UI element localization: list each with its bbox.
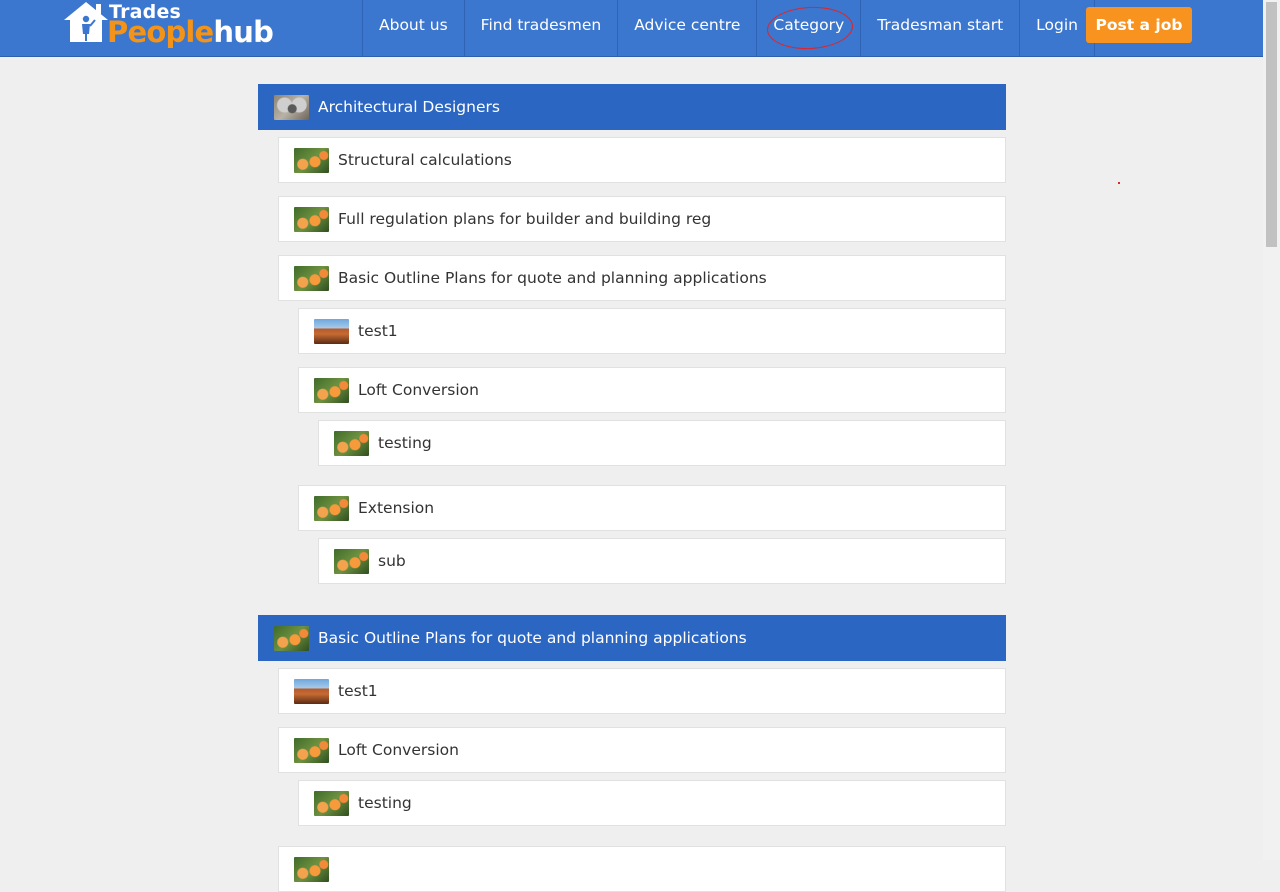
category-row[interactable]: test1 (298, 308, 1006, 354)
category-row[interactable] (278, 846, 1006, 892)
category-label: Loft Conversion (338, 741, 459, 759)
koala-thumbnail (274, 94, 309, 120)
rose-thumbnail (334, 548, 369, 574)
post-a-job-button[interactable]: Post a job (1086, 7, 1192, 43)
category-row[interactable]: Loft Conversion (278, 727, 1006, 773)
tradespeoplehub-logo[interactable]: Trades Peoplehub (62, 0, 274, 50)
category-row[interactable]: testing (298, 780, 1006, 826)
rose-thumbnail (294, 265, 329, 291)
main-nav: About us Find tradesmen Advice centre Ca… (362, 0, 1095, 56)
top-navigation-bar: Trades Peoplehub About us Find tradesmen… (0, 0, 1263, 57)
category-label: test1 (358, 322, 398, 340)
rose-thumbnail (274, 625, 309, 651)
category-row[interactable]: Extension (298, 485, 1006, 531)
category-label: Structural calculations (338, 151, 512, 169)
category-label: Loft Conversion (358, 381, 479, 399)
rose-thumbnail (314, 377, 349, 403)
nav-advice-centre[interactable]: Advice centre (617, 0, 756, 56)
nav-login[interactable]: Login (1019, 0, 1095, 56)
house-logo-icon (64, 2, 108, 42)
annotation-dot (1118, 182, 1120, 184)
logo-text-peoplehub: Peoplehub (107, 15, 274, 49)
category-label: Basic Outline Plans for quote and planni… (338, 269, 767, 287)
category-row[interactable]: Structural calculations (278, 137, 1006, 183)
nav-tradesman-start[interactable]: Tradesman start (860, 0, 1019, 56)
vertical-scrollbar[interactable] (1263, 0, 1280, 860)
category-section-header[interactable]: Architectural Designers (258, 84, 1006, 130)
category-row[interactable]: testing (318, 420, 1006, 466)
category-label: Extension (358, 499, 435, 517)
rose-thumbnail (294, 737, 329, 763)
mesa-thumbnail (314, 318, 349, 344)
nav-about-us[interactable]: About us (362, 0, 464, 56)
nav-category[interactable]: Category (756, 0, 860, 56)
category-label: Architectural Designers (318, 98, 500, 116)
rose-thumbnail (294, 856, 329, 882)
rose-thumbnail (334, 430, 369, 456)
rose-thumbnail (294, 206, 329, 232)
category-label: testing (358, 794, 412, 812)
category-row[interactable]: Loft Conversion (298, 367, 1006, 413)
mesa-thumbnail (294, 678, 329, 704)
rose-thumbnail (294, 147, 329, 173)
logo-text-people: People (107, 15, 214, 49)
category-row[interactable]: Basic Outline Plans for quote and planni… (278, 255, 1006, 301)
category-row[interactable]: Full regulation plans for builder and bu… (278, 196, 1006, 242)
logo-text-hub: hub (213, 15, 274, 49)
category-row[interactable]: sub (318, 538, 1006, 584)
category-label: Full regulation plans for builder and bu… (338, 210, 712, 228)
rose-thumbnail (314, 495, 349, 521)
category-section-header[interactable]: Basic Outline Plans for quote and planni… (258, 615, 1006, 661)
nav-find-tradesmen[interactable]: Find tradesmen (463, 0, 618, 56)
rose-thumbnail (314, 790, 349, 816)
category-label: Basic Outline Plans for quote and planni… (318, 629, 747, 647)
category-row[interactable]: test1 (278, 668, 1006, 714)
category-label: test1 (338, 682, 378, 700)
category-label: testing (378, 434, 432, 452)
category-label: sub (378, 552, 406, 570)
scrollbar-thumb[interactable] (1266, 2, 1277, 247)
